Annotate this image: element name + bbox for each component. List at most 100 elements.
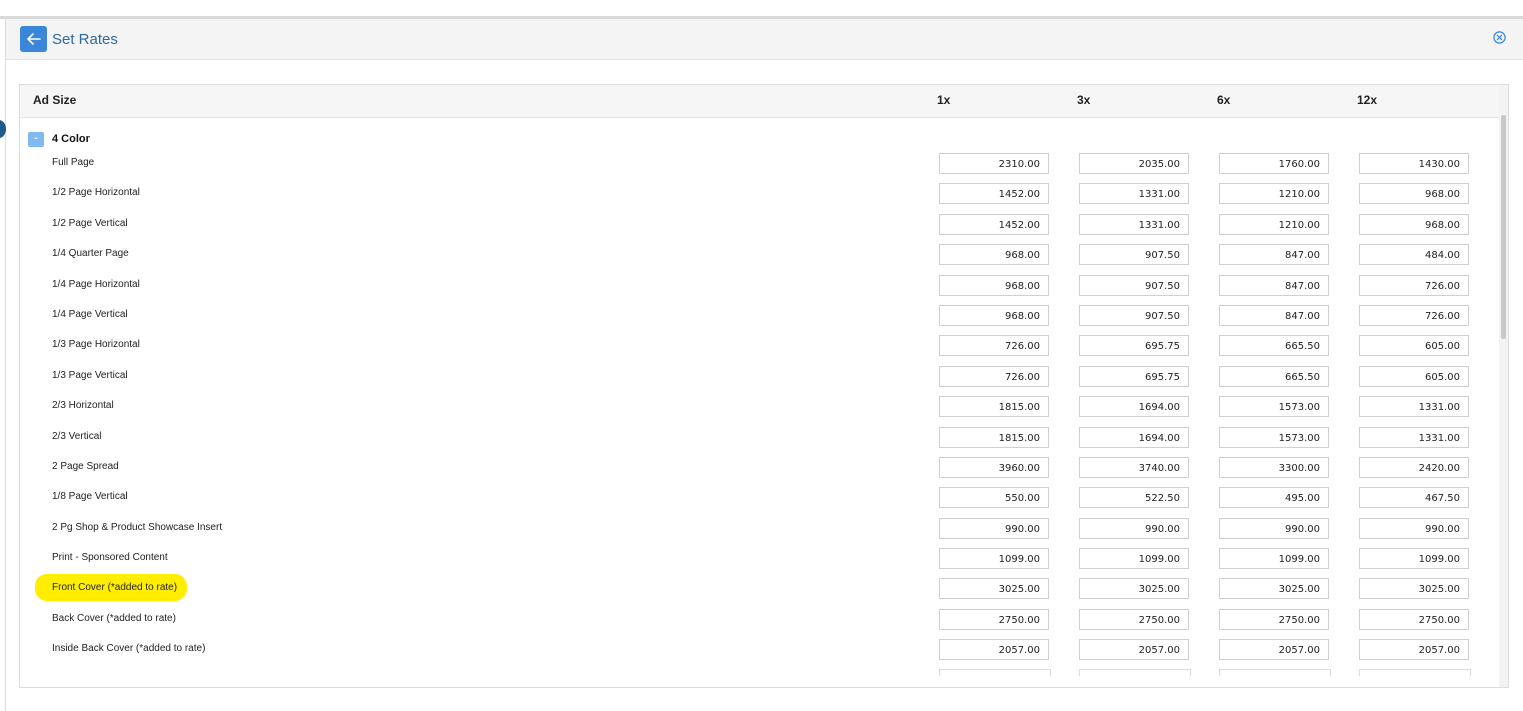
rate-input-12x[interactable]: 605.00 [1359, 335, 1469, 357]
rate-input-6x[interactable]: 1210.00 [1219, 183, 1329, 205]
rate-input-12x[interactable]: 2750.00 [1359, 608, 1469, 630]
rate-input-1x[interactable]: 3960.00 [939, 456, 1049, 478]
rate-input-6x[interactable]: 665.50 [1219, 335, 1329, 357]
table-row: 1/3 Page Vertical 726.00 695.75 665.50 605.0… [20, 361, 1499, 391]
rate-input-3x[interactable]: 2035.00 [1079, 153, 1189, 174]
ad-size-label: 2 Pg Shop & Product Showcase Insert [52, 521, 223, 533]
rate-input-1x[interactable]: 726.00 [939, 335, 1049, 357]
rate-input-12x[interactable]: 484.00 [1359, 244, 1469, 266]
circle-x-icon[interactable] [1493, 31, 1506, 44]
rate-input-12x[interactable]: 467.50 [1359, 487, 1469, 509]
table-row: 1/4 Page Vertical 968.00 907.50 847.00 726.0… [20, 300, 1499, 330]
rate-input-1x[interactable]: 726.00 [939, 365, 1049, 387]
rate-input-1x[interactable]: 1815.00 [939, 426, 1049, 448]
rate-input-6x[interactable]: 1573.00 [1219, 396, 1329, 418]
rate-input-6x[interactable]: 990.00 [1219, 517, 1329, 539]
rate-input-12x[interactable]: 3025.00 [1359, 578, 1469, 600]
ad-size-label: Full Page [52, 157, 95, 168]
ad-size-label: 1/3 Page Vertical [52, 369, 128, 381]
rate-input-3x[interactable]: 3025.00 [1079, 578, 1189, 600]
ad-size-label: 1/4 Page Horizontal [52, 278, 140, 290]
rate-input-3x[interactable]: 2750.00 [1079, 608, 1189, 630]
group-header-4-color: - 4 Color [28, 131, 90, 147]
rate-input-12x[interactable]: 2420.00 [1359, 456, 1469, 478]
rate-input-6x[interactable]: 2057.00 [1219, 639, 1329, 661]
rate-input-12x[interactable]: 726.00 [1359, 304, 1469, 326]
rate-input-6x[interactable]: 1760.00 [1219, 153, 1329, 174]
rate-input-1x[interactable]: 968.00 [939, 274, 1049, 296]
ad-size-label: 1/2 Page Horizontal [52, 187, 140, 199]
rate-input-1x[interactable]: 968.00 [939, 304, 1049, 326]
scrollbar-thumb[interactable] [1501, 115, 1506, 339]
rates-panel: Ad Size 1x 3x 6x 12x - 4 Color Full Page… [19, 84, 1509, 688]
rate-input-3x[interactable]: 907.50 [1079, 304, 1189, 326]
back-button[interactable] [20, 26, 47, 52]
rate-input-3x[interactable]: 3740.00 [1079, 456, 1189, 478]
ad-size-label: 1/4 Page Vertical [52, 308, 128, 320]
rate-input-6x[interactable]: 847.00 [1219, 244, 1329, 266]
table-row: 2/3 Vertical 1815.00 1694.00 1573.00 1331.00 [20, 422, 1499, 452]
rate-input-1x[interactable]: 1452.00 [939, 183, 1049, 205]
rate-input-1x[interactable]: 1815.00 [939, 396, 1049, 418]
rate-input-3x[interactable]: 907.50 [1079, 274, 1189, 296]
table-row-partial [20, 665, 1499, 687]
rate-input-1x[interactable]: 968.00 [939, 244, 1049, 266]
arrow-left-icon [26, 33, 41, 45]
ad-size-label: Back Cover (*added to rate) [52, 612, 176, 624]
rate-input-1x[interactable]: 2310.00 [939, 153, 1049, 174]
rate-input-12x[interactable]: 2057.00 [1359, 639, 1469, 661]
rate-input-3x[interactable]: 695.75 [1079, 335, 1189, 357]
rate-input-partial[interactable] [1079, 668, 1191, 676]
ad-size-label: Front Cover (*added to rate) [35, 574, 188, 602]
rate-input-6x[interactable]: 495.00 [1219, 487, 1329, 509]
rate-input-6x[interactable]: 3025.00 [1219, 578, 1329, 600]
rate-input-12x[interactable]: 1099.00 [1359, 548, 1469, 570]
rate-input-partial[interactable] [939, 668, 1051, 676]
rate-input-3x[interactable]: 1099.00 [1079, 548, 1189, 570]
table-row: Full Page 2310.00 2035.00 1760.00 1430.00 [20, 148, 1499, 178]
ad-size-label: 1/2 Page Vertical [52, 217, 128, 229]
rate-input-partial[interactable] [1359, 668, 1471, 676]
rate-input-1x[interactable]: 2750.00 [939, 608, 1049, 630]
rate-input-12x[interactable]: 1430.00 [1359, 153, 1469, 174]
rate-input-1x[interactable]: 2057.00 [939, 639, 1049, 661]
rate-input-3x[interactable]: 695.75 [1079, 365, 1189, 387]
rate-input-3x[interactable]: 1331.00 [1079, 213, 1189, 235]
rate-input-3x[interactable]: 907.50 [1079, 244, 1189, 266]
rate-input-6x[interactable]: 2750.00 [1219, 608, 1329, 630]
rate-input-12x[interactable]: 726.00 [1359, 274, 1469, 296]
ad-size-label: 1/3 Page Horizontal [52, 339, 140, 351]
rate-input-12x[interactable]: 1331.00 [1359, 426, 1469, 448]
table-row: Inside Back Cover (*added to rate) 2057.0… [20, 634, 1499, 664]
rate-input-3x[interactable]: 1694.00 [1079, 426, 1189, 448]
table-header: Ad Size 1x 3x 6x 12x [20, 85, 1499, 118]
rate-input-3x[interactable]: 2057.00 [1079, 639, 1189, 661]
rate-input-12x[interactable]: 968.00 [1359, 183, 1469, 205]
rate-input-12x[interactable]: 968.00 [1359, 213, 1469, 235]
rate-input-1x[interactable]: 990.00 [939, 517, 1049, 539]
ad-size-label: Inside Back Cover (*added to rate) [52, 643, 206, 655]
rate-input-6x[interactable]: 847.00 [1219, 274, 1329, 296]
collapse-toggle[interactable]: - [28, 131, 44, 147]
rate-input-6x[interactable]: 3300.00 [1219, 456, 1329, 478]
rate-input-6x[interactable]: 1573.00 [1219, 426, 1329, 448]
rate-input-12x[interactable]: 990.00 [1359, 517, 1469, 539]
rate-input-6x[interactable]: 1210.00 [1219, 213, 1329, 235]
rate-input-6x[interactable]: 1099.00 [1219, 548, 1329, 570]
rate-input-partial[interactable] [1219, 668, 1331, 676]
rate-input-1x[interactable]: 1099.00 [939, 548, 1049, 570]
rate-input-3x[interactable]: 522.50 [1079, 487, 1189, 509]
rate-input-12x[interactable]: 605.00 [1359, 365, 1469, 387]
table-row: 1/2 Page Vertical 1452.00 1331.00 1210.00 96… [20, 209, 1499, 239]
rate-input-1x[interactable]: 3025.00 [939, 578, 1049, 600]
rate-input-6x[interactable]: 847.00 [1219, 304, 1329, 326]
ad-size-label: 1/8 Page Vertical [52, 491, 128, 503]
rate-input-6x[interactable]: 665.50 [1219, 365, 1329, 387]
rate-input-3x[interactable]: 990.00 [1079, 517, 1189, 539]
rate-input-3x[interactable]: 1694.00 [1079, 396, 1189, 418]
rate-input-3x[interactable]: 1331.00 [1079, 183, 1189, 205]
rate-input-12x[interactable]: 1331.00 [1359, 396, 1469, 418]
rate-input-1x[interactable]: 550.00 [939, 487, 1049, 509]
rate-input-1x[interactable]: 1452.00 [939, 213, 1049, 235]
rate-rows: Full Page 2310.00 2035.00 1760.00 1430.00 1/2… [20, 148, 1499, 687]
